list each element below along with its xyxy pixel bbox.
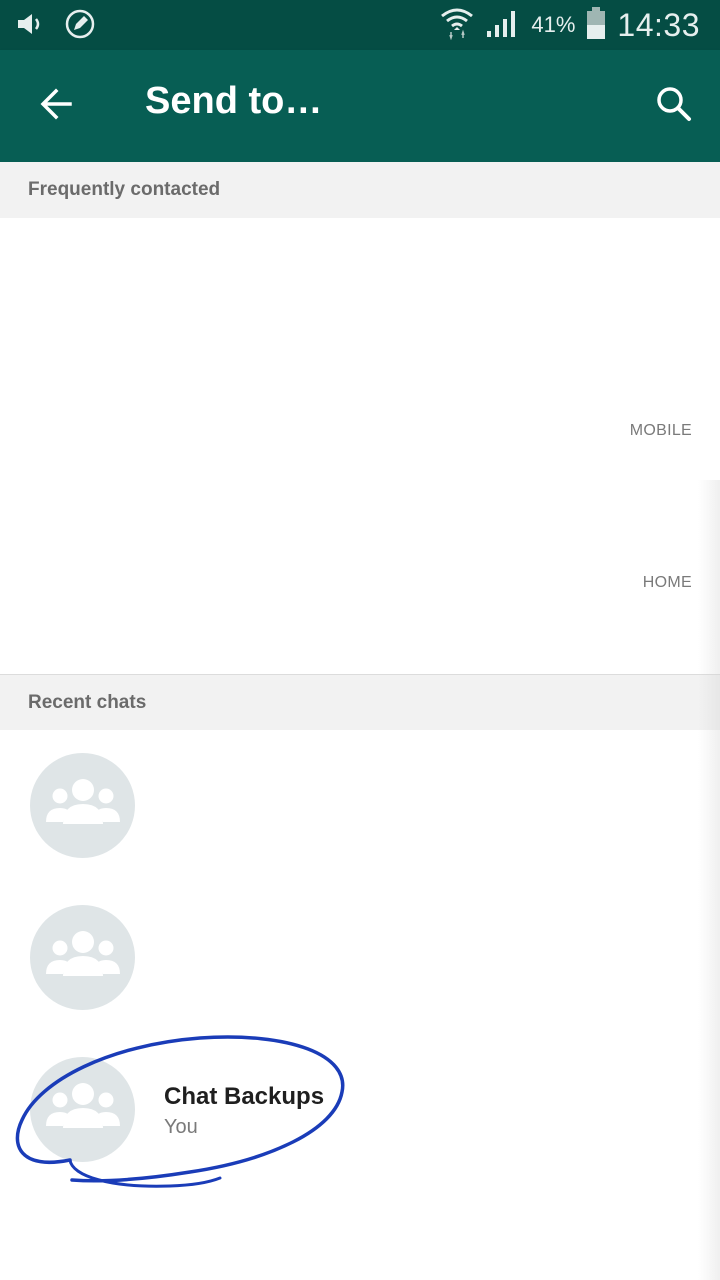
avatar — [30, 753, 135, 858]
signal-icon — [485, 7, 521, 44]
volume-icon — [14, 9, 44, 44]
chat-row[interactable] — [0, 882, 720, 1034]
clock: 14:33 — [617, 6, 700, 43]
arrow-left-icon — [38, 86, 74, 127]
edit-circle-icon — [64, 8, 96, 45]
back-button[interactable] — [28, 78, 84, 134]
search-icon — [655, 85, 693, 128]
search-button[interactable] — [646, 78, 702, 134]
phone-type-label: MOBILE — [629, 422, 692, 439]
section-title: Frequently contacted — [28, 179, 221, 200]
frequently-contacted-header: Frequently contacted — [0, 162, 720, 218]
section-title: Recent chats — [28, 691, 147, 713]
chat-row-chat-backups[interactable]: Chat Backups You — [0, 1034, 720, 1186]
group-icon — [45, 930, 121, 985]
scroll-edge-shadow — [698, 480, 720, 1280]
group-icon — [45, 1082, 121, 1137]
phone-type-label: HOME — [642, 574, 692, 591]
contact-row-home[interactable]: HOME — [0, 522, 720, 647]
avatar — [30, 905, 135, 1010]
recent-chats-header: Recent chats — [0, 674, 720, 730]
group-icon — [45, 778, 121, 833]
avatar — [30, 1057, 135, 1162]
page-title: Send to… — [145, 80, 323, 122]
chat-name: Chat Backups — [164, 1083, 325, 1110]
wifi-icon — [439, 6, 475, 45]
status-bar: 41% 14:33 — [0, 0, 720, 50]
battery-icon — [585, 6, 607, 45]
app-bar: Send to… — [0, 50, 720, 162]
contact-row-mobile[interactable]: MOBILE — [0, 370, 720, 495]
battery-percent: 41% — [531, 12, 576, 37]
chat-subtitle: You — [164, 1116, 198, 1138]
chat-row[interactable] — [0, 730, 720, 882]
